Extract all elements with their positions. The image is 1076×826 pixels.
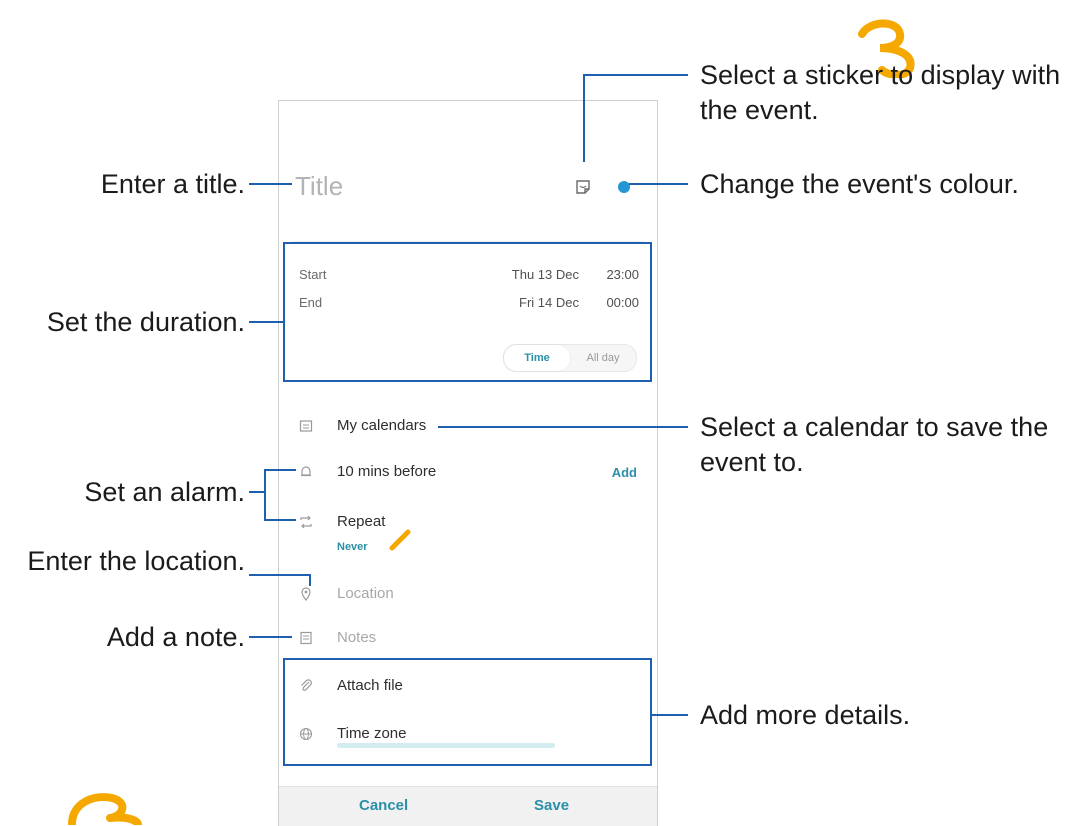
callout-alarm: Set an alarm.	[84, 477, 245, 507]
callout-note: Add a note.	[106, 622, 245, 652]
callout-sticker-line2: the event.	[700, 95, 819, 125]
callout-title: Enter a title.	[100, 169, 245, 199]
callout-duration: Set the duration.	[46, 307, 245, 337]
callout-location: Enter the location.	[27, 546, 245, 576]
callout-colour: Change the event's colour.	[700, 169, 1019, 199]
callout-calendar: Select a calendar to save the event to.	[700, 410, 1048, 480]
callout-details: Add more details.	[700, 700, 911, 730]
callout-sticker: Select a sticker to display with the eve…	[700, 58, 1060, 128]
callout-sticker-line1: Select a sticker to display with	[700, 60, 1061, 90]
callout-calendar-line2: event to.	[700, 447, 804, 477]
callout-calendar-line1: Select a calendar to save the	[700, 412, 1049, 442]
